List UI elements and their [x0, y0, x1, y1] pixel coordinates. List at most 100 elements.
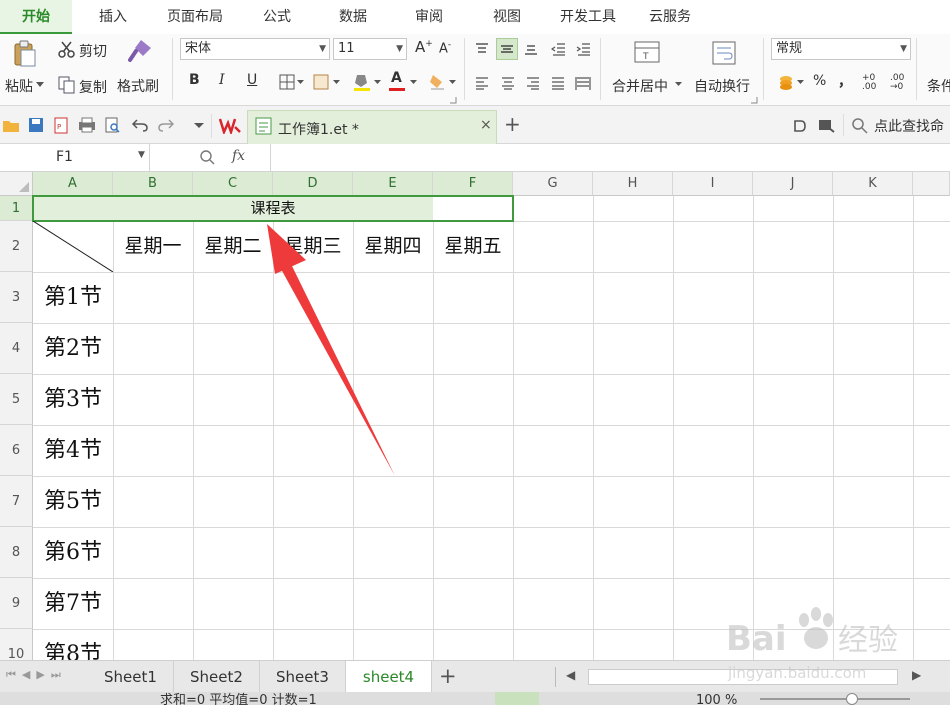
redo-icon[interactable] [158, 118, 174, 132]
period-cell[interactable]: 第4节 [33, 425, 113, 476]
period-cell[interactable]: 第8节 [33, 629, 113, 660]
chevron-down-icon[interactable] [36, 82, 44, 88]
select-all-corner[interactable] [0, 172, 33, 196]
tab-page-layout[interactable]: 页面布局 [158, 0, 232, 34]
tab-home[interactable]: 开始 [0, 0, 72, 34]
period-cell[interactable]: 第7节 [33, 578, 113, 629]
column-header-b[interactable]: B [113, 172, 193, 196]
borders-icon[interactable] [279, 74, 295, 90]
format-painter-button[interactable]: 格式刷 [117, 76, 159, 96]
wrap-text-icon[interactable] [712, 40, 736, 66]
period-cell[interactable]: 第5节 [33, 476, 113, 527]
row-header-5[interactable]: 5 [0, 374, 33, 425]
zoom-formula-icon[interactable] [200, 150, 215, 165]
dialog-launcher-icon[interactable] [449, 96, 457, 104]
chevron-down-icon[interactable] [449, 80, 456, 85]
column-header-d[interactable]: D [273, 172, 353, 196]
new-tab-icon[interactable]: + [504, 112, 521, 136]
zoom-slider[interactable] [760, 698, 910, 700]
print-preview-icon[interactable] [104, 117, 121, 134]
increase-decimal-icon[interactable]: +0.00 [862, 74, 876, 92]
formula-input[interactable] [270, 144, 950, 171]
percent-button[interactable]: % [813, 73, 826, 89]
print-icon[interactable] [78, 117, 96, 133]
column-header-h[interactable]: H [593, 172, 673, 196]
period-cell[interactable]: 第3节 [33, 374, 113, 425]
period-cell[interactable]: 第2节 [33, 323, 113, 374]
save-icon[interactable] [28, 117, 44, 133]
sheet-nav-arrows-icon[interactable]: ⏮◀▶⏭ [6, 668, 67, 682]
zoom-slider-thumb[interactable] [846, 693, 858, 705]
column-header-a[interactable]: A [33, 172, 113, 196]
row-header-7[interactable]: 7 [0, 476, 33, 527]
search-command-input[interactable]: 点此查找命 [874, 116, 944, 136]
dialog-launcher-icon[interactable] [750, 96, 758, 104]
tab-insert[interactable]: 插入 [86, 0, 140, 34]
period-cell[interactable]: 第1节 [33, 272, 113, 323]
paste-icon[interactable] [12, 40, 38, 68]
undo-icon[interactable] [132, 118, 148, 132]
chevron-down-icon[interactable] [333, 80, 340, 85]
comma-button[interactable]: ， [838, 71, 852, 91]
row-header-2[interactable]: 2 [0, 221, 33, 272]
increase-font-icon[interactable]: A+ [415, 38, 433, 56]
weekday-cell[interactable]: 星期一 [113, 221, 193, 272]
export-pdf-icon[interactable]: P [53, 117, 71, 134]
underline-button[interactable]: U [247, 72, 257, 88]
copy-button[interactable]: 复制 [79, 77, 107, 97]
add-sheet-icon[interactable]: + [439, 664, 457, 688]
column-header-c[interactable]: C [193, 172, 273, 196]
font-color-button[interactable]: A [391, 70, 402, 86]
column-header-i[interactable]: I [673, 172, 753, 196]
format-painter-icon[interactable] [127, 38, 153, 64]
weekday-cell[interactable]: 星期五 [433, 221, 513, 272]
merge-center-button[interactable]: 合并居中 [612, 76, 668, 96]
font-size-select[interactable]: 11 ▼ [333, 38, 407, 60]
align-top-icon[interactable] [474, 42, 490, 56]
doc-nav-icon[interactable] [793, 119, 807, 133]
bold-button[interactable]: B [189, 72, 200, 88]
horizontal-scrollbar[interactable] [588, 669, 898, 685]
period-cell[interactable]: 第6节 [33, 527, 113, 578]
column-header-k[interactable]: K [833, 172, 913, 196]
chevron-down-icon[interactable] [675, 82, 682, 87]
share-icon[interactable] [818, 119, 836, 133]
merge-center-icon[interactable]: T [634, 40, 660, 64]
align-right-icon[interactable] [525, 76, 541, 90]
tab-view[interactable]: 视图 [480, 0, 534, 34]
normal-view-button[interactable] [495, 692, 539, 705]
sheet-tab-4[interactable]: sheet4 [346, 661, 432, 693]
open-folder-icon[interactable] [2, 118, 20, 133]
column-header-f[interactable]: F [433, 172, 513, 196]
row-header-4[interactable]: 4 [0, 323, 33, 374]
row-header-6[interactable]: 6 [0, 425, 33, 476]
tab-review[interactable]: 审阅 [402, 0, 456, 34]
column-header-g[interactable]: G [513, 172, 593, 196]
number-format-select[interactable]: 常规 ▼ [771, 38, 911, 60]
tab-developer[interactable]: 开发工具 [550, 0, 626, 34]
document-tab[interactable]: 工作簿1.et * × [247, 110, 497, 144]
paste-button[interactable]: 粘贴 [5, 76, 33, 96]
decrease-font-icon[interactable]: A- [439, 40, 451, 56]
row-header-10[interactable]: 10 [0, 629, 33, 660]
font-name-select[interactable]: 宋体 ▼ [180, 38, 330, 60]
align-bottom-icon[interactable] [523, 42, 539, 56]
scroll-left-icon[interactable]: ◀ [566, 668, 575, 682]
chevron-down-icon[interactable] [797, 80, 804, 85]
align-center-icon[interactable] [500, 76, 516, 90]
cut-button[interactable]: 剪切 [79, 41, 107, 61]
sheet-tab-3[interactable]: Sheet3 [260, 661, 346, 693]
chevron-down-icon[interactable] [410, 80, 417, 85]
row-header-8[interactable]: 8 [0, 527, 33, 578]
chevron-down-icon[interactable] [297, 80, 304, 85]
tab-formulas[interactable]: 公式 [250, 0, 304, 34]
sheet-tab-2[interactable]: Sheet2 [174, 661, 260, 693]
justify-icon[interactable] [550, 76, 566, 90]
decrease-decimal-icon[interactable]: .00 →0 [890, 74, 904, 92]
chevron-down-icon[interactable] [374, 80, 381, 85]
decrease-indent-icon[interactable] [551, 42, 567, 56]
row-header-3[interactable]: 3 [0, 272, 33, 323]
zoom-level[interactable]: 100 % [696, 694, 737, 705]
italic-button[interactable]: I [219, 72, 225, 88]
row-header-1[interactable]: 1 [0, 196, 33, 221]
